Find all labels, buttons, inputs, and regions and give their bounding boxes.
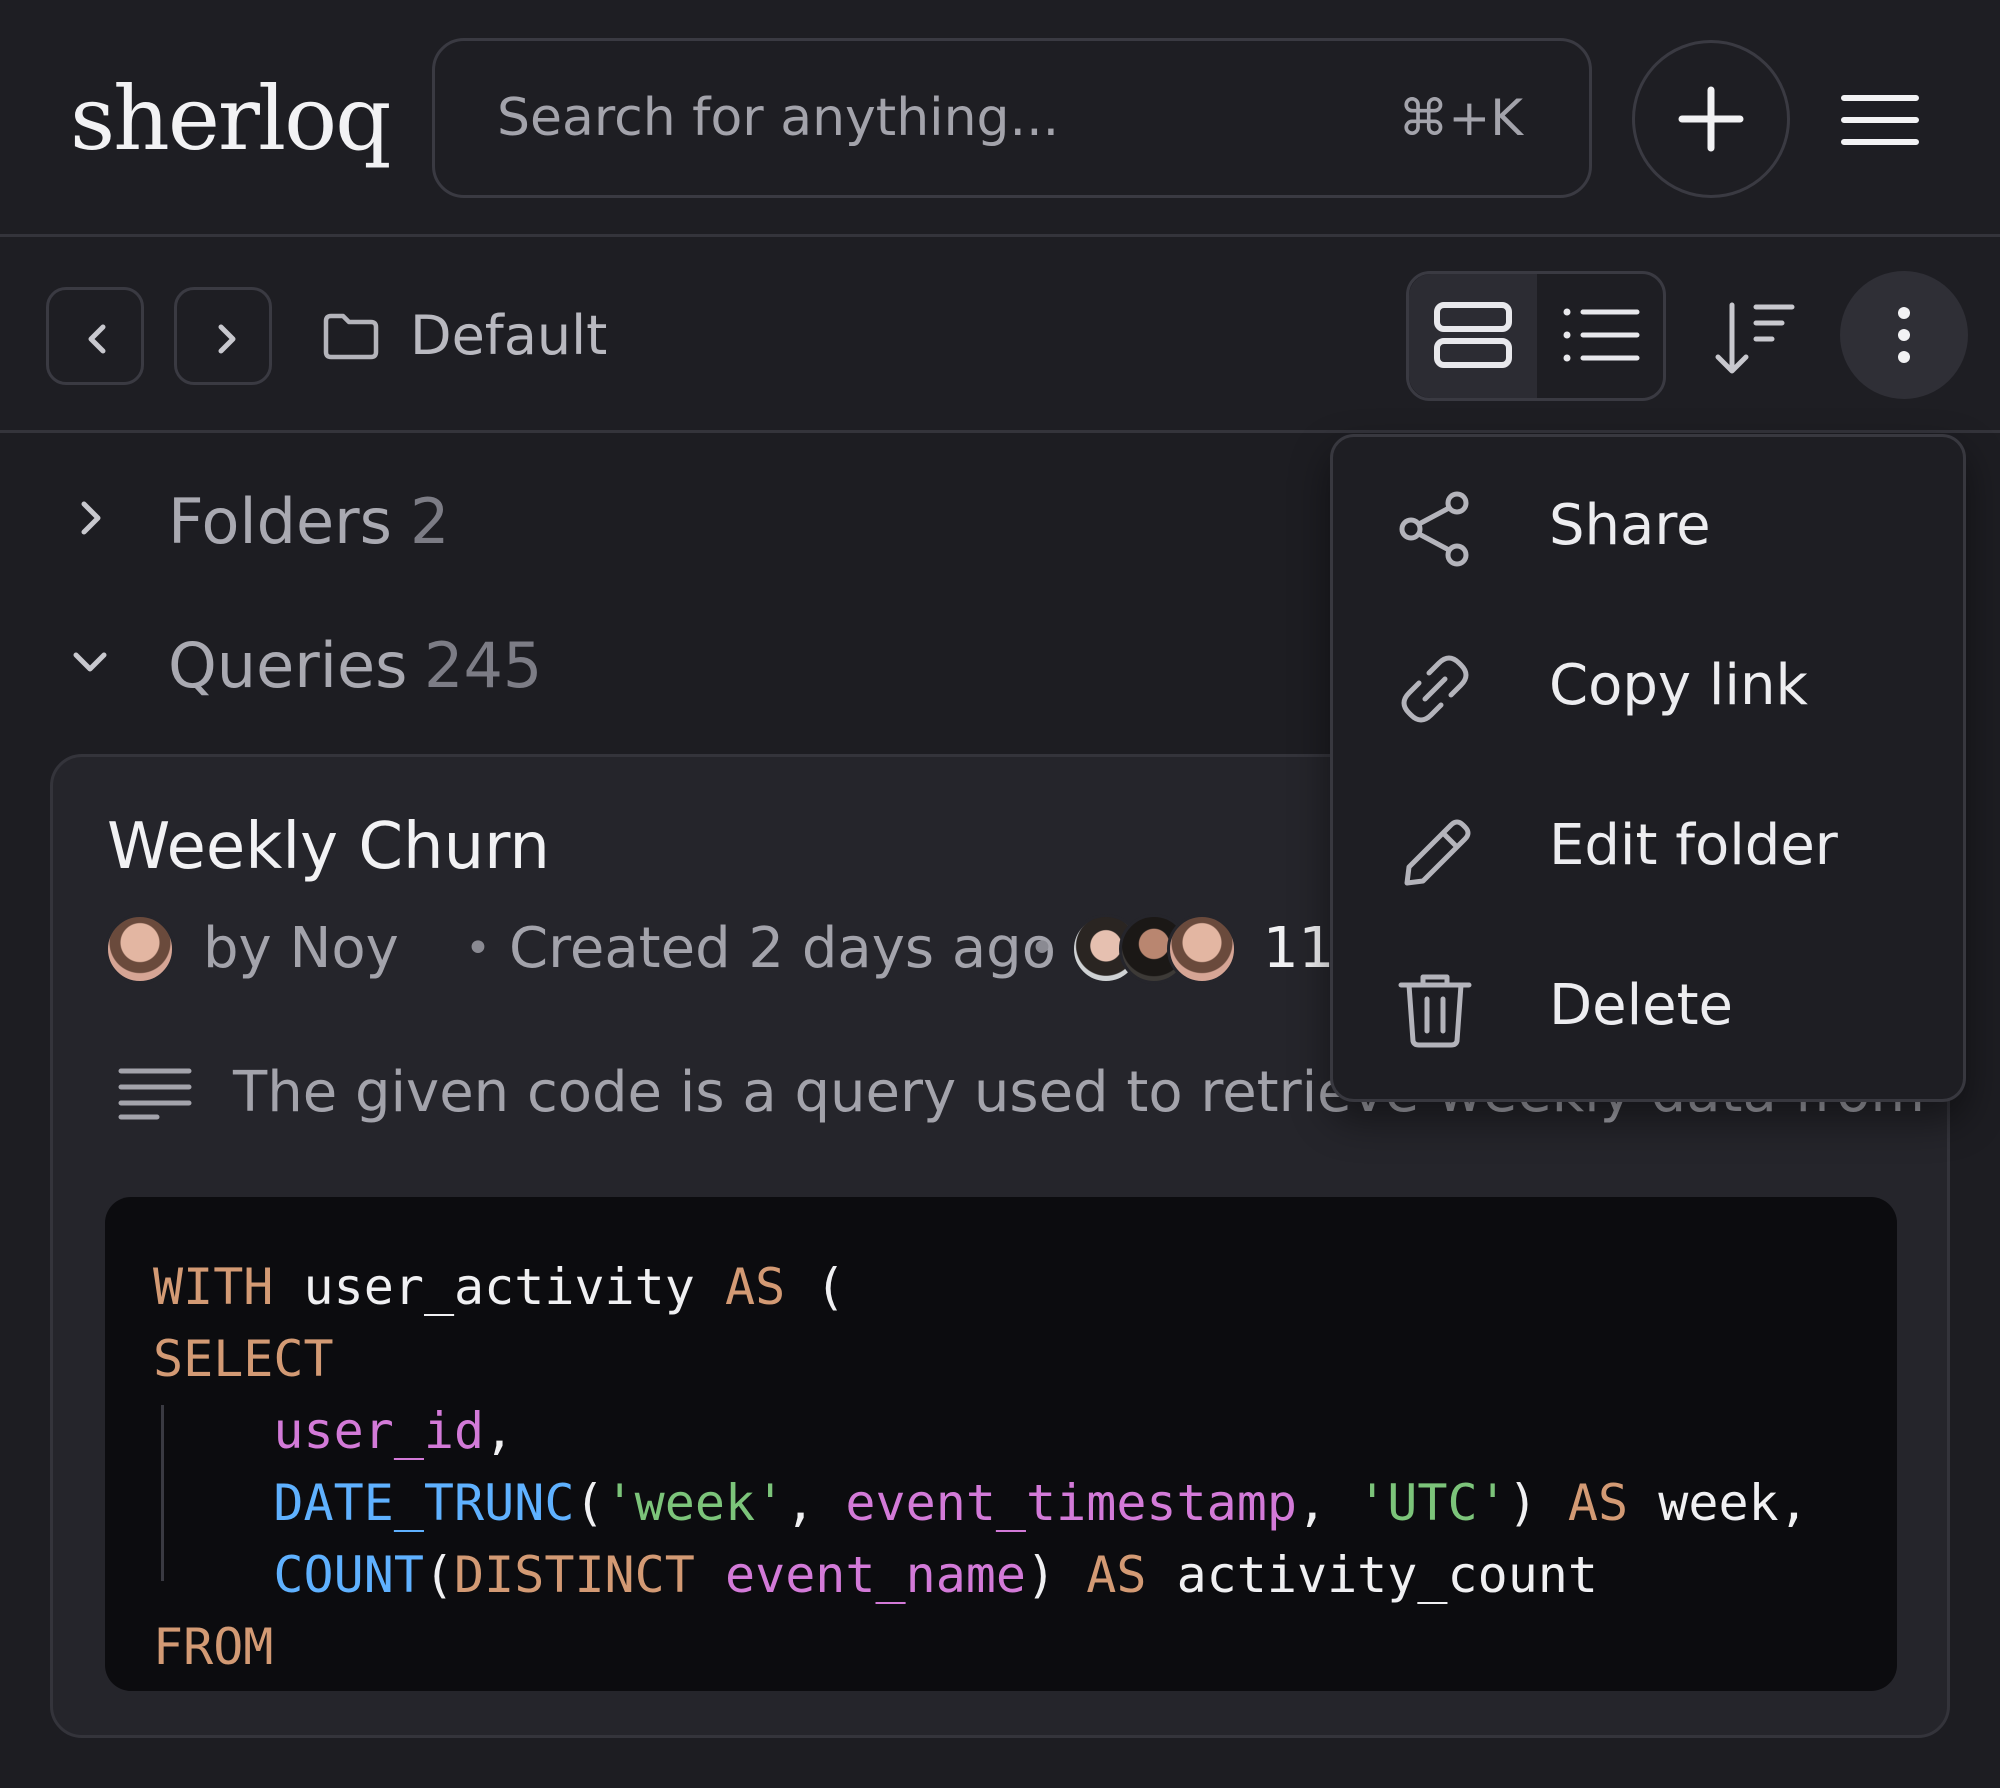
view-mode-toggle	[1406, 271, 1666, 401]
add-button[interactable]	[1632, 40, 1790, 198]
share-icon	[1399, 491, 1469, 567]
author-name: by Noy	[203, 916, 399, 981]
sql-keyword: AS	[1086, 1546, 1147, 1604]
created-time: Created 2 days ago	[509, 916, 1056, 981]
query-meta: by Noy • Created 2 days ago • 11 Ac	[105, 911, 1420, 987]
sql-string: 'UTC'	[1357, 1474, 1508, 1532]
trash-icon	[1398, 974, 1472, 1048]
sql-function: DATE_TRUNC	[273, 1474, 575, 1532]
search-bar[interactable]: Search for anything... ⌘+K	[432, 38, 1592, 198]
more-vertical-icon	[1898, 307, 1910, 363]
breadcrumb-label: Default	[410, 304, 608, 367]
sql-punctuation: ,	[785, 1474, 846, 1532]
folder-icon	[323, 313, 379, 360]
queries-section-header[interactable]: Queries 245	[0, 612, 1300, 712]
sql-punctuation: ,	[484, 1402, 515, 1460]
code-line-3: user_id,	[153, 1395, 514, 1467]
meta-separator: •	[1029, 923, 1055, 974]
search-placeholder: Search for anything...	[497, 88, 1060, 148]
sql-function: COUNT	[273, 1546, 424, 1604]
toolbar: Default	[0, 237, 2000, 433]
sql-punctuation: ,	[1296, 1474, 1358, 1532]
folders-label: Folders	[168, 485, 392, 558]
author-avatar[interactable]	[105, 914, 175, 984]
sql-keyword: AS	[724, 1258, 786, 1316]
menu-item-label: Delete	[1549, 973, 1733, 1038]
sql-punctuation: (	[423, 1546, 455, 1604]
sql-column: user_id	[273, 1402, 485, 1460]
menu-item-label: Copy link	[1549, 653, 1808, 718]
sql-string: 'week'	[604, 1474, 786, 1532]
chevron-right-icon	[81, 501, 101, 535]
hamburger-icon	[1841, 95, 1919, 145]
menu-item-delete[interactable]: Delete	[1333, 931, 1963, 1081]
folders-section-header[interactable]: Folders 2	[0, 468, 1300, 568]
search-shortcut-hint: ⌘+K	[1398, 89, 1523, 147]
query-title[interactable]: Weekly Churn	[107, 807, 550, 887]
queries-label: Queries	[168, 629, 408, 702]
sql-keyword: SELECT	[153, 1330, 334, 1388]
sql-keyword: FROM	[153, 1618, 274, 1676]
sort-descending-icon	[1715, 302, 1795, 374]
sql-punctuation: )	[1026, 1546, 1057, 1604]
code-line-5: COUNT(DISTINCT event_name) AS activity_c…	[153, 1539, 1598, 1611]
back-button[interactable]	[46, 287, 144, 385]
sql-keyword: WITH	[153, 1258, 274, 1316]
chevron-down-icon	[73, 652, 107, 672]
code-line-6: FROM	[153, 1611, 273, 1683]
plus-icon	[1678, 86, 1744, 152]
sql-identifier: activity_count	[1176, 1546, 1598, 1604]
sql-punctuation: (	[574, 1474, 605, 1532]
link-icon	[1401, 655, 1469, 723]
sql-code-block[interactable]: WITH user_activity AS ( SELECT user_id, …	[105, 1197, 1897, 1691]
sql-keyword: DISTINCT	[454, 1546, 695, 1604]
hamburger-menu-button[interactable]	[1840, 90, 1920, 150]
sql-keyword: AS	[1567, 1474, 1629, 1532]
sql-column: event_name	[724, 1546, 1027, 1604]
code-line-1: WITH user_activity AS (	[153, 1251, 845, 1323]
text-align-icon	[118, 1068, 192, 1120]
top-header: sherloq Search for anything... ⌘+K	[0, 0, 2000, 237]
more-options-button[interactable]	[1840, 271, 1968, 399]
sql-punctuation: )	[1507, 1474, 1538, 1532]
pencil-icon	[1404, 819, 1471, 886]
forward-button[interactable]	[174, 287, 272, 385]
list-view-icon	[1563, 308, 1640, 362]
sql-punctuation: (	[815, 1258, 846, 1316]
card-view-button[interactable]	[1409, 274, 1537, 398]
menu-item-copy-link[interactable]: Copy link	[1333, 611, 1963, 761]
meta-separator: •	[465, 923, 491, 974]
menu-item-edit-folder[interactable]: Edit folder	[1333, 771, 1963, 921]
list-view-button[interactable]	[1537, 274, 1665, 398]
chevron-right-icon	[218, 324, 236, 354]
menu-item-share[interactable]: Share	[1333, 451, 1963, 601]
sql-column: event_timestamp	[845, 1474, 1297, 1532]
app-logo[interactable]: sherloq	[70, 64, 391, 174]
sort-button[interactable]	[1712, 299, 1796, 379]
sql-identifier: user_activity	[303, 1258, 695, 1316]
code-line-2: SELECT	[153, 1323, 334, 1395]
menu-item-label: Share	[1549, 493, 1711, 558]
chevron-left-icon	[88, 324, 106, 354]
collaborator-avatar[interactable]	[1167, 914, 1237, 984]
card-view-icon	[1434, 302, 1512, 368]
more-options-menu: Share Copy link Edit folder Delete	[1330, 434, 1966, 1102]
code-line-4: DATE_TRUNC('week', event_timestamp, 'UTC…	[153, 1467, 1809, 1539]
queries-count: 245	[424, 629, 543, 702]
menu-item-label: Edit folder	[1549, 813, 1838, 878]
folders-count: 2	[410, 485, 450, 558]
sql-identifier: week,	[1658, 1474, 1809, 1532]
